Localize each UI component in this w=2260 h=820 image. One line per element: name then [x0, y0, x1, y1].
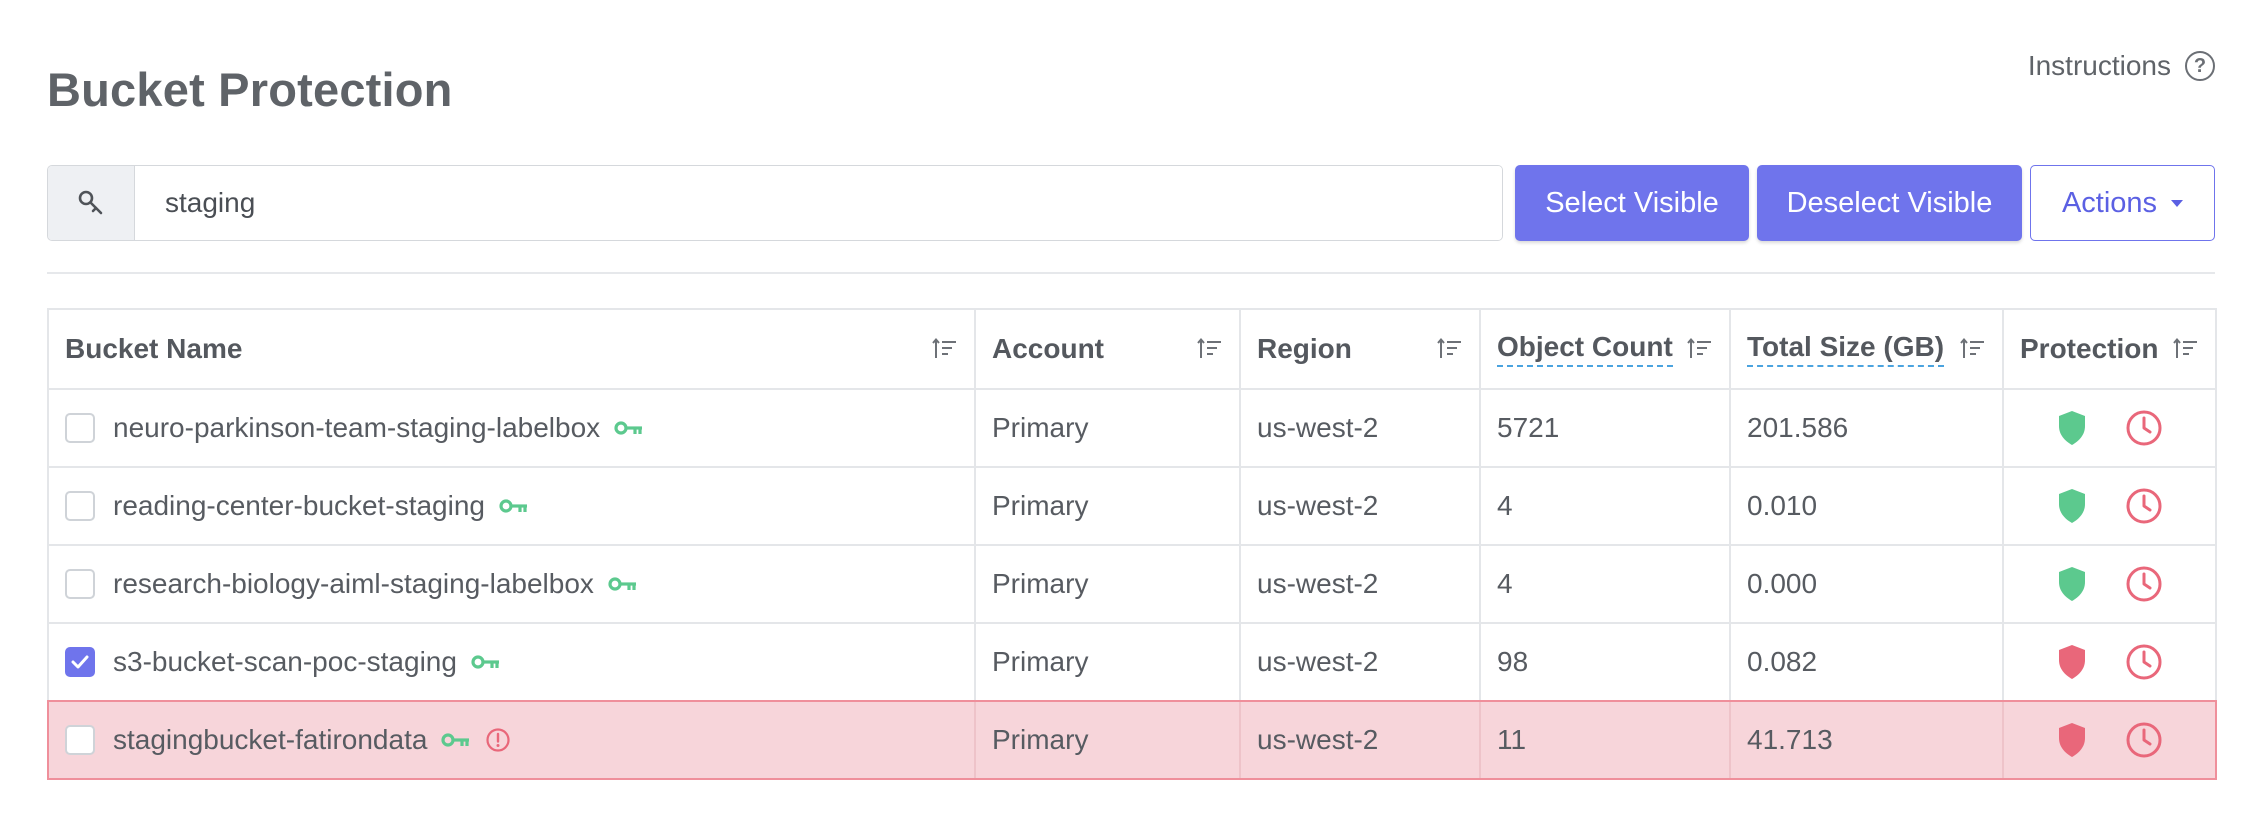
key-icon [614, 421, 643, 435]
protection-cell [2002, 466, 2217, 546]
key-icon [441, 733, 470, 747]
search-toolbar: Select Visible Deselect Visible Actions [47, 165, 2215, 241]
protection-cell [2002, 544, 2217, 624]
table-row[interactable]: neuro-parkinson-team-staging-labelbox Pri… [47, 388, 2217, 468]
key-icon [471, 655, 499, 669]
bucket-name-cell: neuro-parkinson-team-staging-labelbox [47, 388, 976, 468]
column-header[interactable]: Account [974, 308, 1241, 390]
alert-circle-icon [486, 728, 511, 752]
sort-icon[interactable] [1960, 337, 1986, 361]
clock-icon[interactable] [2125, 721, 2163, 759]
sort-icon[interactable] [932, 337, 958, 361]
column-header-label: Protection [2020, 333, 2159, 364]
total-size-cell: 0.082 [1729, 622, 2004, 702]
account-cell: Primary [974, 388, 1241, 468]
column-header-label: Bucket Name [65, 333, 243, 364]
total-size-cell: 0.000 [1729, 544, 2004, 624]
bucket-name: s3-bucket-scan-poc-staging [113, 646, 457, 677]
clock-icon[interactable] [2125, 487, 2163, 525]
table-row[interactable]: s3-bucket-scan-poc-staging Primary us-west… [47, 622, 2217, 702]
column-header[interactable]: Object Count [1479, 308, 1731, 390]
key-icon [499, 499, 527, 513]
total-size-cell: 41.713 [1729, 700, 2004, 780]
table-row[interactable]: reading-center-bucket-staging Primary us-w… [47, 466, 2217, 546]
column-header-label: Region [1257, 333, 1352, 364]
bucket-name: reading-center-bucket-staging [113, 490, 485, 521]
column-header-label: Object Count [1497, 331, 1673, 367]
clock-icon[interactable] [2125, 409, 2163, 447]
sort-icon[interactable] [1437, 337, 1463, 361]
object-count-cell: 4 [1479, 544, 1731, 624]
table-header-row: Bucket Name Account Region Object Count Tota… [47, 308, 2217, 390]
account-cell: Primary [974, 700, 1241, 780]
sort-icon[interactable] [1197, 337, 1223, 361]
search-key-icon [48, 166, 135, 240]
column-header[interactable]: Total Size (GB) [1729, 308, 2004, 390]
search-group [47, 165, 1503, 241]
region-cell: us-west-2 [1239, 388, 1481, 468]
column-header-label: Account [992, 333, 1104, 364]
instructions-link[interactable]: Instructions ? [2028, 50, 2215, 82]
caret-down-icon [2171, 199, 2184, 207]
clock-icon[interactable] [2125, 565, 2163, 603]
row-checkbox[interactable] [65, 647, 95, 677]
region-cell: us-west-2 [1239, 622, 1481, 702]
region-cell: us-west-2 [1239, 466, 1481, 546]
sort-icon[interactable] [1687, 337, 1713, 361]
row-checkbox[interactable] [65, 569, 95, 599]
region-cell: us-west-2 [1239, 544, 1481, 624]
page-title: Bucket Protection [47, 63, 453, 116]
object-count-cell: 4 [1479, 466, 1731, 546]
buckets-table: Bucket Name Account Region Object Count Tota… [47, 308, 2217, 780]
deselect-visible-button[interactable]: Deselect Visible [1757, 165, 2022, 241]
protection-cell [2002, 622, 2217, 702]
row-checkbox[interactable] [65, 725, 95, 755]
key-icon [608, 577, 636, 591]
row-checkbox[interactable] [65, 491, 95, 521]
object-count-cell: 98 [1479, 622, 1731, 702]
account-cell: Primary [974, 544, 1241, 624]
bucket-name: research-biology-aiml-staging-labelbox [113, 568, 594, 599]
shield-icon[interactable] [2057, 566, 2087, 602]
bucket-name: stagingbucket-fatirondata [113, 724, 428, 755]
clock-icon[interactable] [2125, 643, 2163, 681]
bucket-name-cell: s3-bucket-scan-poc-staging [47, 622, 976, 702]
checkmark-icon [71, 655, 89, 669]
sort-icon[interactable] [2173, 337, 2199, 361]
total-size-cell: 201.586 [1729, 388, 2004, 468]
column-header[interactable]: Region [1239, 308, 1481, 390]
bucket-name-cell: research-biology-aiml-staging-labelbox [47, 544, 976, 624]
column-header[interactable]: Bucket Name [47, 308, 976, 390]
total-size-cell: 0.010 [1729, 466, 2004, 546]
region-cell: us-west-2 [1239, 700, 1481, 780]
protection-cell [2002, 388, 2217, 468]
bucket-name-cell: reading-center-bucket-staging [47, 466, 976, 546]
bucket-name: neuro-parkinson-team-staging-labelbox [113, 412, 601, 443]
protection-cell [2002, 700, 2217, 780]
table-body: neuro-parkinson-team-staging-labelbox Pri… [47, 388, 2217, 780]
bucket-name-cell: stagingbucket-fatirondata [47, 700, 976, 780]
row-checkbox[interactable] [65, 413, 95, 443]
shield-icon[interactable] [2057, 488, 2087, 524]
shield-icon[interactable] [2057, 644, 2087, 680]
bucket-protection-page: Bucket Protection Instructions ? Select … [47, 0, 2217, 820]
column-header[interactable]: Protection [2002, 308, 2217, 390]
help-circle-icon: ? [2185, 51, 2215, 81]
account-cell: Primary [974, 466, 1241, 546]
divider [47, 272, 2215, 274]
account-cell: Primary [974, 622, 1241, 702]
instructions-label: Instructions [2027, 50, 2171, 81]
actions-label: Actions [2061, 186, 2158, 219]
search-input[interactable] [135, 166, 1502, 240]
object-count-cell: 5721 [1479, 388, 1731, 468]
table-row[interactable]: stagingbucket-fatirondata Primary us-west-… [47, 700, 2217, 780]
column-header-label: Total Size (GB) [1747, 331, 1945, 367]
shield-icon[interactable] [2057, 410, 2087, 446]
object-count-cell: 11 [1479, 700, 1731, 780]
select-visible-button[interactable]: Select Visible [1515, 165, 1749, 241]
shield-icon[interactable] [2057, 722, 2087, 758]
actions-dropdown-button[interactable]: Actions [2030, 165, 2215, 241]
table-row[interactable]: research-biology-aiml-staging-labelbox Pr… [47, 544, 2217, 624]
